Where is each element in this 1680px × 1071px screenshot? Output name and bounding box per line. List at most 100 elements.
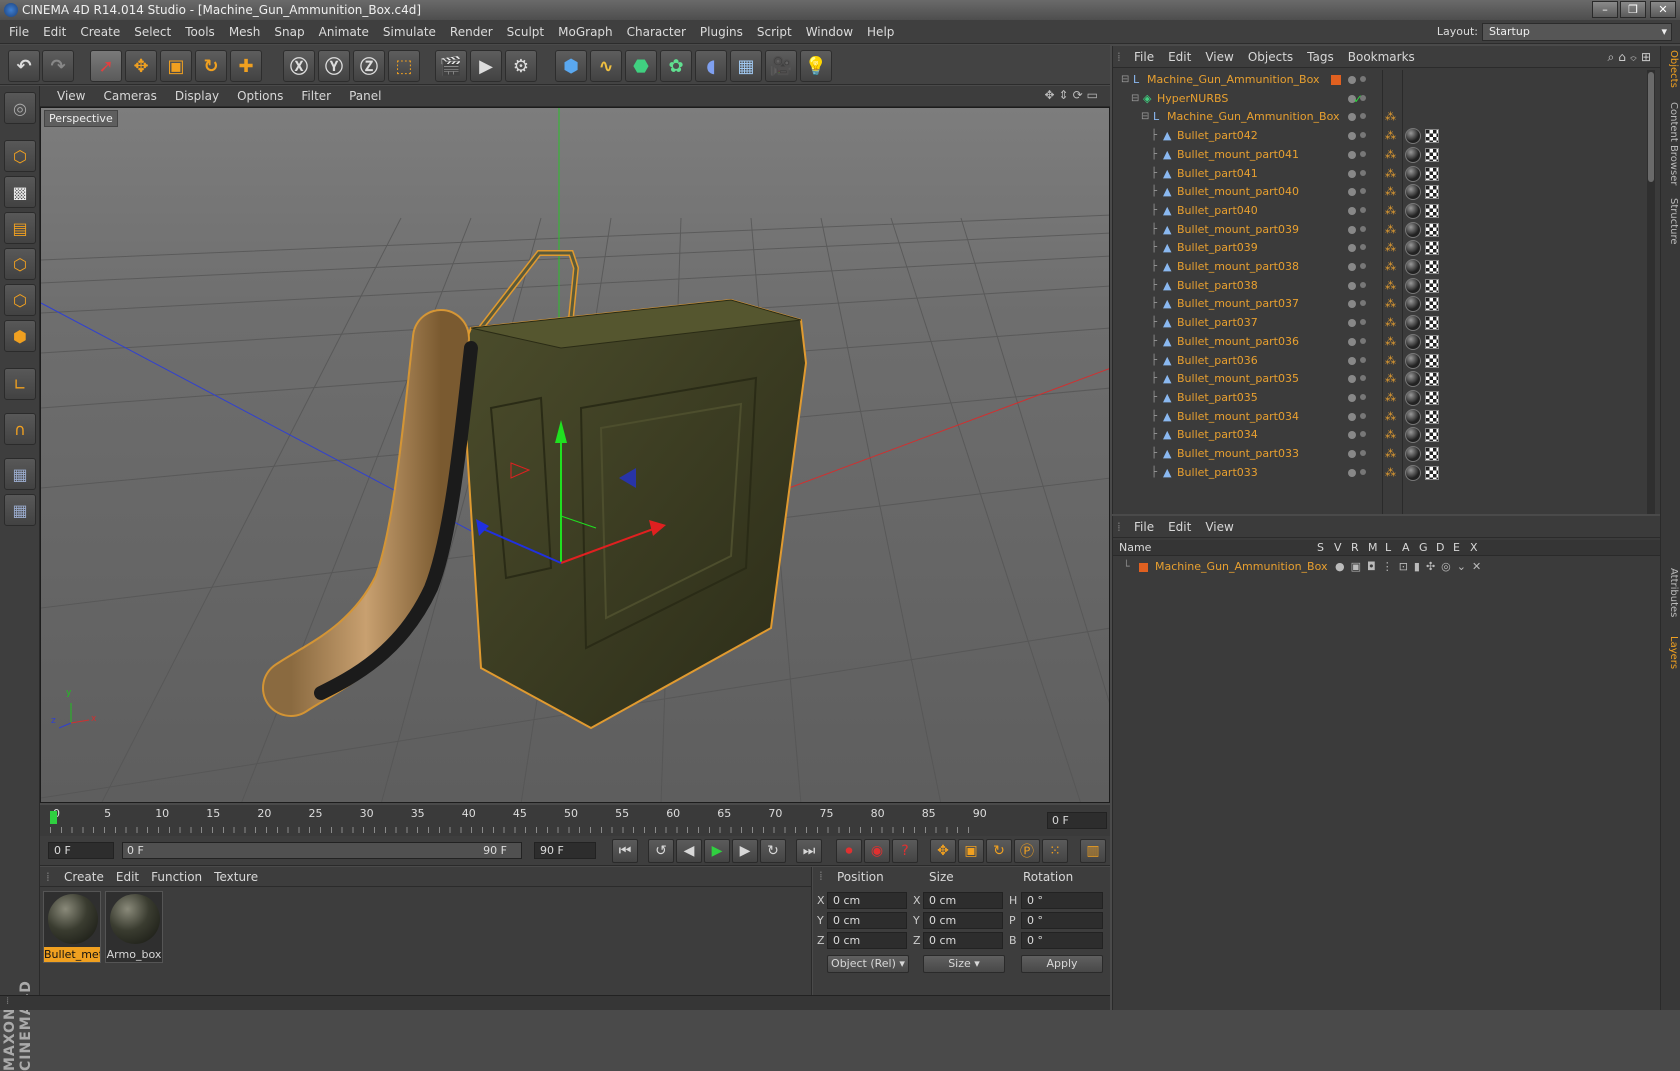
uvw-tag-icon[interactable] xyxy=(1425,409,1439,424)
timeline-ruler[interactable]: 051015202530354045505560657075808590 0 F xyxy=(40,805,1110,836)
next-key-button[interactable]: ↻ xyxy=(760,839,786,863)
timeline-window-button[interactable]: ▥ xyxy=(1080,839,1106,863)
snap-button[interactable]: ∩ xyxy=(4,413,36,445)
menu-tools[interactable]: Tools xyxy=(178,20,222,44)
layer-menu-file[interactable]: File xyxy=(1127,516,1161,538)
material-menu-edit[interactable]: Edit xyxy=(110,867,145,887)
menu-edit[interactable]: Edit xyxy=(36,20,73,44)
layer-menu-edit[interactable]: Edit xyxy=(1161,516,1198,538)
rotation-b-field[interactable]: 0 ° xyxy=(1021,932,1103,949)
add-nurbs-button[interactable]: ⬣ xyxy=(625,50,657,82)
render-visibility-dot[interactable] xyxy=(1360,206,1366,213)
object-name[interactable]: HyperNURBS xyxy=(1157,89,1228,109)
add-floor-button[interactable]: ▦ xyxy=(730,50,762,82)
object-menu-tags[interactable]: Tags xyxy=(1300,46,1341,68)
object-name[interactable]: Bullet_part034 xyxy=(1177,425,1258,445)
end-frame-field[interactable]: 90 F xyxy=(534,842,596,859)
size-y-field[interactable]: 0 cm xyxy=(923,912,1003,929)
object-row[interactable]: ├ ▲ Bullet_part033 ⁂ xyxy=(1113,463,1645,483)
phong-tag-icon[interactable]: ⁂ xyxy=(1385,336,1397,349)
rotation-p-field[interactable]: 0 ° xyxy=(1021,912,1103,929)
phong-tag-icon[interactable]: ⁂ xyxy=(1385,429,1397,442)
render-visibility-dot[interactable] xyxy=(1360,412,1366,419)
object-name[interactable]: Bullet_part041 xyxy=(1177,164,1258,184)
expand-icon[interactable]: ⊟ xyxy=(1121,70,1129,90)
uvw-tag-icon[interactable] xyxy=(1425,222,1439,237)
object-row[interactable]: ├ ▲ Bullet_mount_part037 ⁂ xyxy=(1113,294,1645,314)
start-frame-field[interactable]: 0 F xyxy=(48,842,114,859)
record-parameter-button[interactable]: Ⓟ xyxy=(1014,839,1040,863)
render-visibility-dot[interactable] xyxy=(1360,132,1366,139)
viewport-nav-icons[interactable]: ✥⇕⟳▭ xyxy=(1044,88,1102,102)
editor-visibility-dot[interactable] xyxy=(1348,206,1356,215)
recent-tools-button[interactable]: ✚ xyxy=(230,50,262,82)
editor-visibility-dot[interactable] xyxy=(1348,150,1356,159)
layer-color-icon[interactable] xyxy=(1331,75,1341,85)
object-row[interactable]: ├ ▲ Bullet_mount_part035 ⁂ xyxy=(1113,369,1645,389)
object-row[interactable]: ├ ▲ Bullet_mount_part033 ⁂ xyxy=(1113,444,1645,464)
polygons-mode-button[interactable]: ⬢ xyxy=(4,320,36,352)
menu-simulate[interactable]: Simulate xyxy=(376,20,443,44)
expand-icon[interactable]: ⊟ xyxy=(1141,107,1149,127)
object-name[interactable]: Bullet_part042 xyxy=(1177,126,1258,146)
coordinate-mode-select[interactable]: Object (Rel) ▾ xyxy=(827,955,909,973)
uvw-tag-icon[interactable] xyxy=(1425,241,1439,256)
minimize-button[interactable]: – xyxy=(1592,1,1618,18)
render-visibility-dot[interactable] xyxy=(1360,337,1366,344)
menu-create[interactable]: Create xyxy=(73,20,127,44)
uvw-tag-icon[interactable] xyxy=(1425,428,1439,443)
y-axis-lock-button[interactable]: Ⓨ xyxy=(318,50,350,82)
object-nav-icons[interactable]: ⌕⌂⌔⊞ xyxy=(1607,46,1655,68)
menu-script[interactable]: Script xyxy=(750,20,799,44)
viewport-menu-cameras[interactable]: Cameras xyxy=(94,86,165,107)
material-tag-icon[interactable] xyxy=(1405,277,1421,294)
material-tag-icon[interactable] xyxy=(1405,427,1421,444)
tab-attributes[interactable]: Attributes xyxy=(1663,568,1679,617)
viewport-menu-display[interactable]: Display xyxy=(166,86,228,107)
material-tag-icon[interactable] xyxy=(1405,389,1421,406)
object-scrollbar[interactable] xyxy=(1647,70,1655,514)
viewport-menu-options[interactable]: Options xyxy=(228,86,292,107)
object-menu-edit[interactable]: Edit xyxy=(1161,46,1198,68)
goto-start-button[interactable]: ⏮ xyxy=(612,839,638,863)
uvw-tag-icon[interactable] xyxy=(1425,316,1439,331)
object-menu-objects[interactable]: Objects xyxy=(1241,46,1300,68)
menu-snap[interactable]: Snap xyxy=(267,20,311,44)
phong-tag-icon[interactable]: ⁂ xyxy=(1385,242,1397,255)
render-visibility-dot[interactable] xyxy=(1360,188,1366,195)
move-tool-button[interactable]: ✥ xyxy=(125,50,157,82)
current-frame-field[interactable]: 0 F xyxy=(1047,812,1107,829)
model-mode-button[interactable]: ⬡ xyxy=(4,140,36,172)
z-axis-lock-button[interactable]: Ⓩ xyxy=(353,50,385,82)
material-menu-create[interactable]: Create xyxy=(58,867,110,887)
material-swatch-bullet[interactable]: Bullet_met xyxy=(43,891,101,963)
object-row[interactable]: ├ ▲ Bullet_part040 ⁂ xyxy=(1113,201,1645,221)
object-name[interactable]: Bullet_mount_part039 xyxy=(1177,220,1299,240)
close-button[interactable]: ✕ xyxy=(1650,1,1676,18)
object-name[interactable]: Bullet_mount_part040 xyxy=(1177,182,1299,202)
render-visibility-dot[interactable] xyxy=(1360,450,1366,456)
texture-mode-button[interactable]: ▩ xyxy=(4,176,36,208)
uvw-tag-icon[interactable] xyxy=(1425,297,1439,312)
material-tag-icon[interactable] xyxy=(1405,221,1421,238)
bullet-belt-model[interactable] xyxy=(262,309,478,717)
uvw-tag-icon[interactable] xyxy=(1425,334,1439,349)
object-row[interactable]: ├ ▲ Bullet_mount_part036 ⁂ xyxy=(1113,332,1645,352)
material-tag-icon[interactable] xyxy=(1405,202,1421,219)
material-tag-icon[interactable] xyxy=(1405,146,1421,163)
keyframe-selection-button[interactable]: ? xyxy=(892,839,918,863)
layer-color-swatch[interactable] xyxy=(1139,563,1148,572)
record-pla-button[interactable]: ⁙ xyxy=(1042,839,1068,863)
3d-viewport[interactable]: Perspective y x z xyxy=(40,107,1110,803)
add-camera-button[interactable]: 🎥 xyxy=(765,50,797,82)
rotate-tool-button[interactable]: ↻ xyxy=(195,50,227,82)
add-light-button[interactable]: 💡 xyxy=(800,50,832,82)
render-visibility-dot[interactable] xyxy=(1360,113,1366,120)
uvw-tag-icon[interactable] xyxy=(1425,447,1439,461)
editor-visibility-dot[interactable] xyxy=(1348,281,1356,290)
editor-visibility-dot[interactable] xyxy=(1348,263,1356,271)
render-visibility-dot[interactable] xyxy=(1360,263,1366,269)
editor-visibility-dot[interactable] xyxy=(1348,113,1356,122)
layer-menu-view[interactable]: View xyxy=(1198,516,1240,538)
object-row[interactable]: ├ ▲ Bullet_part038 ⁂ xyxy=(1113,276,1645,296)
